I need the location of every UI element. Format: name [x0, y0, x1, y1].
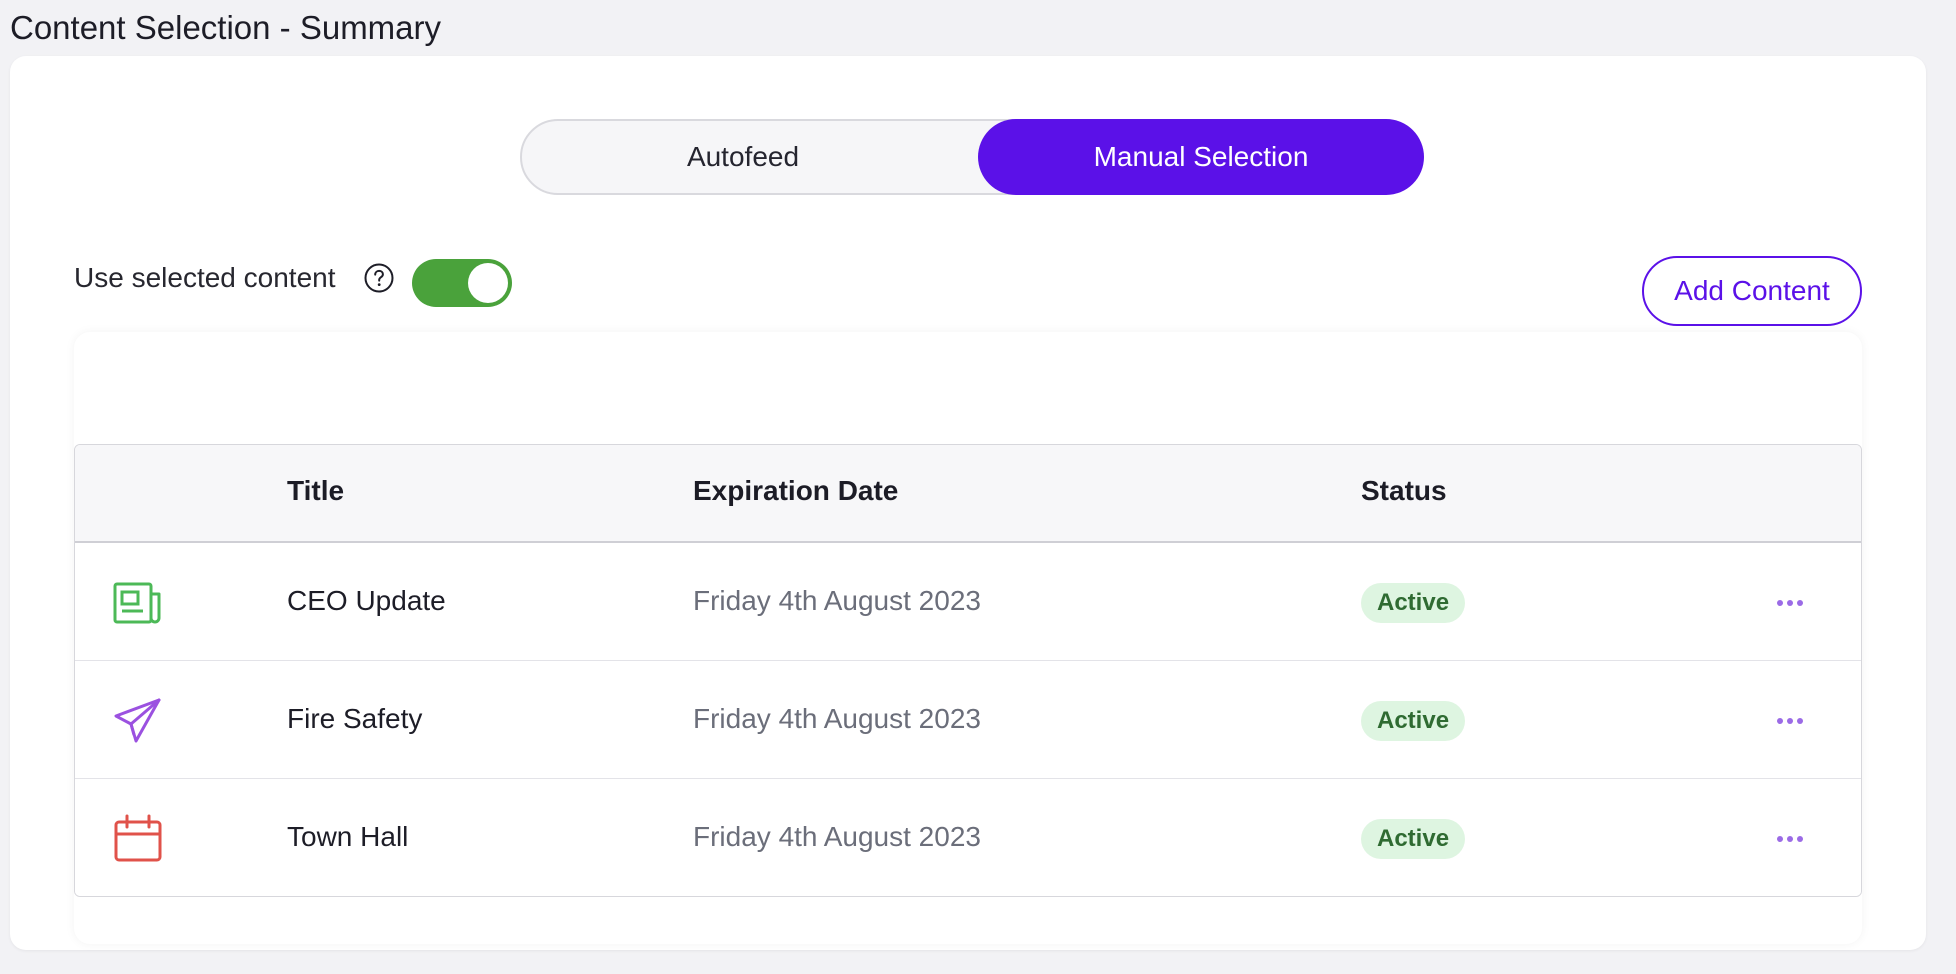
content-table: Title Expiration Date Status CEO Update … [74, 444, 1862, 897]
status-column-header: Status [1361, 475, 1447, 506]
status-badge: Active [1361, 701, 1466, 741]
more-options-icon[interactable] [1765, 701, 1815, 741]
manual-selection-tab[interactable]: Manual Selection [978, 119, 1424, 195]
status-badge: Active [1361, 819, 1466, 859]
toggle-knob [468, 263, 508, 303]
table-row[interactable]: Fire Safety Friday 4th August 2023 Activ… [75, 661, 1861, 779]
title-column-header: Title [287, 475, 345, 506]
newspaper-icon [113, 582, 161, 624]
table-header: Title Expiration Date Status [75, 445, 1861, 543]
content-mode-segmented-control: Autofeed Manual Selection [520, 119, 1424, 195]
row-expiration-date: Friday 4th August 2023 [693, 821, 981, 852]
summary-card: Autofeed Manual Selection Use selected c… [10, 56, 1926, 950]
question-circle-icon[interactable] [363, 262, 395, 294]
paper-plane-icon [114, 698, 161, 743]
calendar-icon [114, 814, 162, 862]
page-title: Content Selection - Summary [10, 9, 442, 46]
autofeed-tab[interactable]: Autofeed [520, 119, 966, 195]
use-selected-content-toggle[interactable] [412, 259, 512, 307]
row-title: Town Hall [287, 821, 409, 852]
more-options-icon[interactable] [1765, 819, 1815, 859]
expiration-date-column-header: Expiration Date [693, 475, 899, 506]
use-selected-content-label: Use selected content [74, 262, 336, 293]
row-expiration-date: Friday 4th August 2023 [693, 585, 981, 616]
row-title: Fire Safety [287, 703, 423, 734]
row-expiration-date: Friday 4th August 2023 [693, 703, 981, 734]
status-badge: Active [1361, 583, 1466, 623]
table-row[interactable]: CEO Update Friday 4th August 2023 Active [75, 543, 1861, 661]
row-title: CEO Update [287, 585, 446, 616]
add-content-button[interactable]: Add Content [1642, 256, 1862, 326]
content-table-panel: Title Expiration Date Status CEO Update … [74, 332, 1862, 944]
more-options-icon[interactable] [1765, 583, 1815, 623]
table-row[interactable]: Town Hall Friday 4th August 2023 Active [75, 779, 1861, 896]
